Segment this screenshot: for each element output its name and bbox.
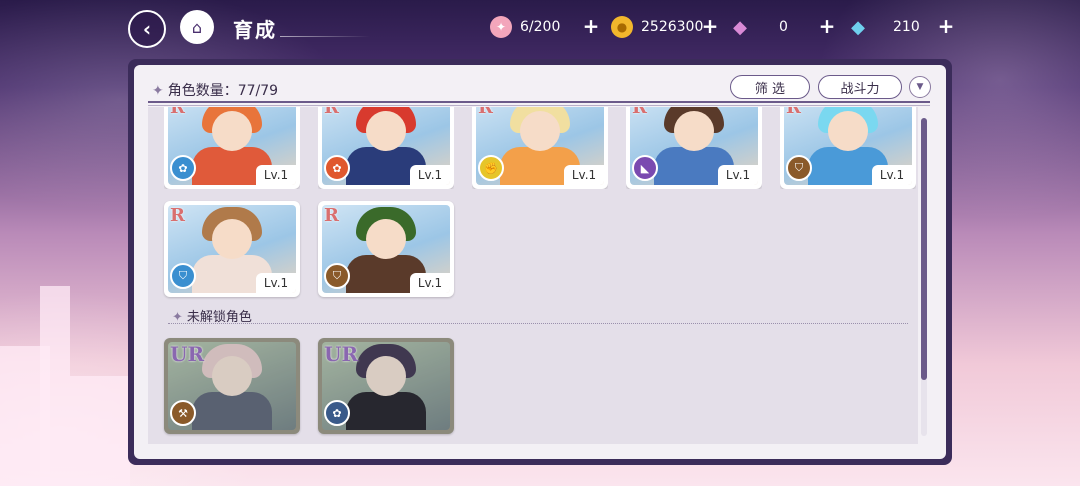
- character-face: [828, 111, 868, 151]
- character-face: [212, 356, 252, 396]
- character-card[interactable]: R ✿ Lv.1: [318, 107, 454, 189]
- character-card[interactable]: R ⛉ Lv.1: [164, 201, 300, 297]
- character-card[interactable]: R ✿ Lv.1: [164, 107, 300, 189]
- gold-value: 2526300: [641, 19, 704, 35]
- header-divider-thin: [148, 105, 930, 106]
- add-pink-gem-button[interactable]: +: [817, 14, 837, 38]
- candy-icon: ✦: [490, 16, 512, 38]
- character-face: [366, 219, 406, 259]
- character-count-text: 角色数量：77/79: [167, 83, 279, 99]
- shield-icon: ⛉: [786, 155, 812, 181]
- character-face: [366, 111, 406, 151]
- top-bar: ‹ ⌂ 育成 ✦ 6/200 + ● 2526300 + ◆ 0 + ◆ 210…: [0, 0, 1080, 56]
- level-label: Lv.1: [718, 165, 758, 185]
- candy-value: 6/200: [520, 19, 561, 35]
- character-face: [520, 111, 560, 151]
- character-outfit: [346, 392, 426, 430]
- character-face: [366, 356, 406, 396]
- section-divider: [168, 323, 908, 324]
- paw-icon: ✿: [324, 400, 350, 426]
- character-card[interactable]: R ⛉ Lv.1: [780, 107, 916, 189]
- rarity-badge: UR: [170, 342, 205, 366]
- castle-silhouette: [0, 286, 140, 486]
- header-divider: [148, 101, 930, 103]
- locked-character-card[interactable]: UR ✿: [318, 338, 454, 434]
- sort-order-chevron-icon[interactable]: ▼: [909, 76, 931, 98]
- add-blue-gem-button[interactable]: +: [936, 14, 956, 38]
- rarity-badge: UR: [324, 342, 359, 366]
- level-label: Lv.1: [256, 165, 296, 185]
- character-card[interactable]: R ◣ Lv.1: [626, 107, 762, 189]
- pink-diamond-icon: ◆: [733, 16, 747, 38]
- sparkle-icon: ✦: [152, 83, 164, 99]
- character-card[interactable]: R ⛉ Lv.1: [318, 201, 454, 297]
- boot-icon: ◣: [632, 155, 658, 181]
- character-card[interactable]: R ✊ Lv.1: [472, 107, 608, 189]
- rarity-badge: R: [324, 205, 339, 226]
- level-label: Lv.1: [872, 165, 912, 185]
- paw-icon: ✿: [170, 155, 196, 181]
- resource-blue-gem: ◆ 210: [847, 14, 920, 40]
- add-candy-button[interactable]: +: [581, 14, 601, 38]
- wrench-icon: ⚒: [170, 400, 196, 426]
- blue-diamond-icon: ◆: [851, 16, 865, 38]
- filter-button[interactable]: 筛 选: [730, 75, 810, 99]
- shield-icon: ⛉: [324, 263, 350, 289]
- character-face: [212, 111, 252, 151]
- resource-pink-gem: ◆ 0: [729, 14, 788, 40]
- resource-candy: ✦ 6/200: [490, 14, 560, 40]
- title-decoration: [280, 36, 370, 37]
- add-gold-button[interactable]: +: [700, 14, 720, 38]
- level-label: Lv.1: [256, 273, 296, 293]
- page-title: 育成: [233, 18, 277, 42]
- back-arrow-icon[interactable]: ‹: [128, 10, 166, 48]
- scrollbar-thumb[interactable]: [921, 118, 927, 380]
- shield-icon: ⛉: [170, 263, 196, 289]
- fist-icon: ✊: [478, 155, 504, 181]
- level-label: Lv.1: [410, 273, 450, 293]
- pink-gem-value: 0: [779, 19, 788, 35]
- blue-gem-value: 210: [893, 19, 920, 35]
- character-face: [674, 111, 714, 151]
- castle-home-icon[interactable]: ⌂: [180, 10, 214, 44]
- locked-character-card[interactable]: UR ⚒: [164, 338, 300, 434]
- paw-icon: ✿: [324, 155, 350, 181]
- character-outfit: [192, 392, 272, 430]
- character-count-label: ✦ 角色数量：77/79: [152, 80, 278, 100]
- sort-power-button[interactable]: 战斗力: [818, 75, 902, 99]
- coin-icon: ●: [611, 16, 633, 38]
- level-label: Lv.1: [410, 165, 450, 185]
- rarity-badge: R: [170, 205, 185, 226]
- character-face: [212, 219, 252, 259]
- level-label: Lv.1: [564, 165, 604, 185]
- resource-gold: ● 2526300: [611, 14, 703, 40]
